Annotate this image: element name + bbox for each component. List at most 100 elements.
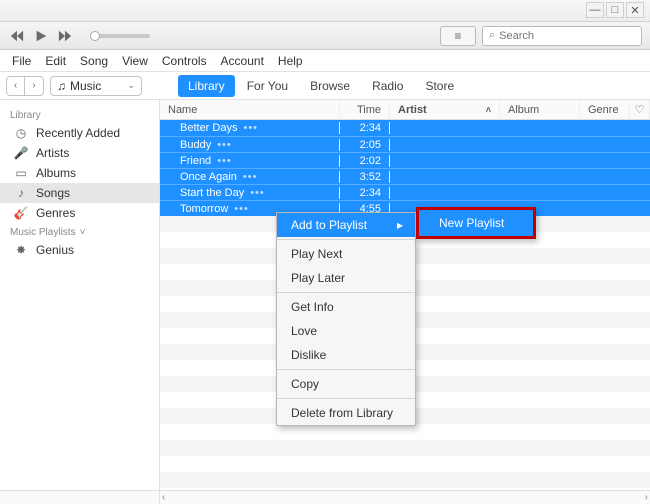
cell-name: Once Again ••• (160, 171, 340, 183)
scroll-right-icon[interactable]: › (645, 492, 648, 503)
note-icon: ♪ (14, 186, 28, 200)
cell-name: Friend ••• (160, 155, 340, 167)
dropdown-icon: ⌄ (127, 80, 135, 91)
sidebar-item-songs[interactable]: ♪ Songs (0, 183, 159, 203)
cell-time: 2:05 (340, 139, 390, 151)
col-artist[interactable]: Artist˄ (390, 100, 500, 119)
heart-icon: ♡ (635, 103, 645, 116)
col-album[interactable]: Album (500, 100, 580, 119)
sub-toolbar: ‹ › ♫ Music ⌄ Library For You Browse Radi… (0, 72, 650, 100)
menu-separator (277, 369, 415, 370)
col-genre[interactable]: Genre (580, 100, 630, 119)
more-icon[interactable]: ••• (243, 122, 258, 134)
menu-love[interactable]: Love (277, 319, 415, 343)
sidebar-item-artists[interactable]: 🎤 Artists (0, 143, 159, 163)
menu-controls[interactable]: Controls (156, 51, 213, 71)
playlist-submenu: New Playlist (416, 207, 536, 239)
empty-row (160, 424, 650, 440)
mic-icon: 🎤 (14, 146, 28, 160)
menu-play-next[interactable]: Play Next (277, 242, 415, 266)
forward-button[interactable]: › (25, 77, 43, 95)
next-button[interactable] (56, 28, 74, 44)
song-list-pane: Name Time Artist˄ Album Genre ♡ Better D… (160, 100, 650, 490)
column-headers: Name Time Artist˄ Album Genre ♡ (160, 100, 650, 120)
cell-name: Better Days ••• (160, 122, 340, 134)
table-row[interactable]: Start the Day •••2:34 (160, 184, 650, 200)
menu-song[interactable]: Song (74, 51, 114, 71)
sort-indicator-icon: ˄ (486, 105, 491, 115)
tab-radio[interactable]: Radio (362, 75, 413, 97)
sidebar-item-genius[interactable]: ✸Genius (0, 240, 159, 260)
volume-slider[interactable] (90, 34, 150, 38)
minimize-button[interactable]: — (586, 2, 604, 18)
more-icon[interactable]: ••• (217, 139, 232, 151)
sidebar-item-label: Songs (36, 186, 70, 200)
view-tabs: Library For You Browse Radio Store (178, 75, 464, 97)
scroll-left-icon[interactable]: ‹ (162, 492, 165, 503)
menu-view[interactable]: View (116, 51, 154, 71)
back-button[interactable]: ‹ (7, 77, 25, 95)
source-selector[interactable]: ♫ Music ⌄ (50, 76, 142, 96)
source-label: Music (70, 79, 101, 93)
menu-file[interactable]: File (6, 51, 37, 71)
menubar: File Edit Song View Controls Account Hel… (0, 50, 650, 72)
music-note-icon: ♫ (57, 79, 66, 93)
sidebar-item-label: Artists (36, 146, 69, 160)
table-row[interactable]: Buddy •••2:05 (160, 136, 650, 152)
more-icon[interactable]: ••• (217, 155, 232, 167)
view-toggle-button[interactable]: ≡ (440, 26, 476, 46)
sidebar-item-label: Genres (36, 206, 75, 220)
col-love[interactable]: ♡ (630, 100, 650, 119)
search-field[interactable]: ⌕ (482, 26, 642, 46)
sidebar-item-label: Genius (36, 243, 74, 257)
previous-button[interactable] (8, 28, 26, 44)
submenu-new-playlist[interactable]: New Playlist (419, 210, 533, 236)
tab-library[interactable]: Library (178, 75, 235, 97)
context-menu: Add to Playlist▸ Play Next Play Later Ge… (276, 212, 416, 426)
col-time[interactable]: Time (340, 100, 390, 119)
menu-account[interactable]: Account (215, 51, 270, 71)
chevron-down-icon: ˅ (80, 227, 86, 238)
genre-icon: 🎸 (14, 206, 28, 220)
sidebar-item-recently-added[interactable]: ◷Recently Added (0, 123, 159, 143)
menu-add-to-playlist[interactable]: Add to Playlist▸ (277, 213, 415, 237)
more-icon[interactable]: ••• (243, 171, 258, 183)
search-icon: ⌕ (489, 29, 495, 42)
sidebar: Library ◷Recently Added 🎤 Artists ▭Albums… (0, 100, 160, 490)
menu-delete[interactable]: Delete from Library (277, 401, 415, 425)
col-name[interactable]: Name (160, 100, 340, 119)
nav-buttons: ‹ › (6, 76, 44, 96)
menu-separator (277, 292, 415, 293)
more-icon[interactable]: ••• (250, 187, 265, 199)
volume-knob[interactable] (90, 31, 100, 41)
table-row[interactable]: Friend •••2:02 (160, 152, 650, 168)
menu-copy[interactable]: Copy (277, 372, 415, 396)
sidebar-item-genres[interactable]: 🎸 Genres (0, 203, 159, 223)
search-input[interactable] (499, 30, 635, 42)
cell-name: Buddy ••• (160, 139, 340, 151)
player-toolbar: ≡ ⌕ (0, 22, 650, 50)
sidebar-item-albums[interactable]: ▭Albums (0, 163, 159, 183)
tab-foryou[interactable]: For You (237, 75, 298, 97)
horizontal-scrollbar[interactable]: ‹ › (160, 491, 650, 504)
sidebar-item-label: Albums (36, 166, 76, 180)
menu-separator (277, 239, 415, 240)
menu-get-info[interactable]: Get Info (277, 295, 415, 319)
table-row[interactable]: Better Days •••2:34 (160, 120, 650, 136)
menu-dislike[interactable]: Dislike (277, 343, 415, 367)
play-button[interactable] (32, 28, 50, 44)
menu-edit[interactable]: Edit (39, 51, 72, 71)
maximize-button[interactable]: □ (606, 2, 624, 18)
more-icon[interactable]: ••• (234, 203, 249, 215)
cell-time: 2:34 (340, 122, 390, 134)
close-button[interactable]: ✕ (626, 2, 644, 18)
sidebar-library-header: Library (0, 106, 159, 123)
table-row[interactable]: Once Again •••3:52 (160, 168, 650, 184)
menu-help[interactable]: Help (272, 51, 309, 71)
sidebar-item-label: Recently Added (36, 126, 120, 140)
sidebar-playlists-header[interactable]: Music Playlists˅ (0, 223, 159, 240)
tab-store[interactable]: Store (415, 75, 464, 97)
tab-browse[interactable]: Browse (300, 75, 360, 97)
menu-play-later[interactable]: Play Later (277, 266, 415, 290)
cell-time: 3:52 (340, 171, 390, 183)
